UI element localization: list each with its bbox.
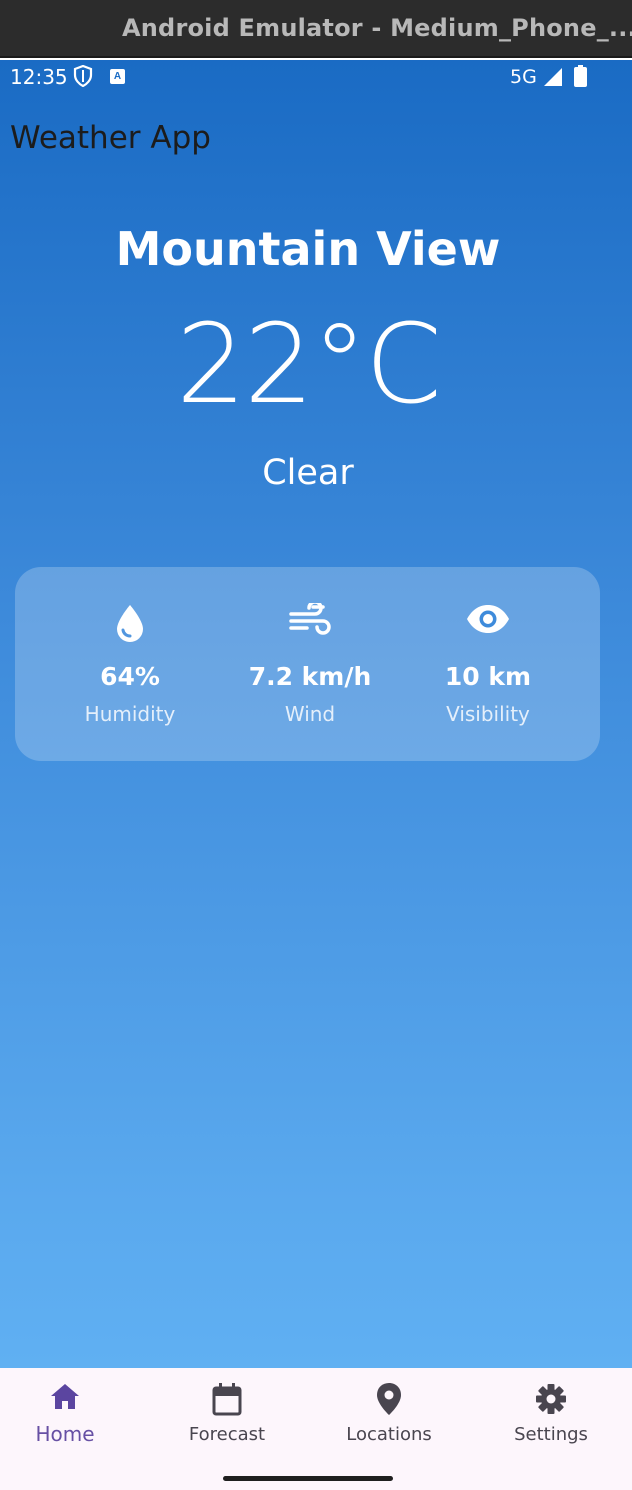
temperature: 22°C: [176, 300, 442, 428]
city-name: Mountain View: [115, 222, 501, 276]
eye-icon: [467, 605, 509, 633]
visibility-stat: 10 km Visibility: [398, 567, 578, 761]
gesture-home-indicator[interactable]: [223, 1476, 393, 1481]
location-pin-icon: [377, 1383, 401, 1415]
humidity-stat: 64% Humidity: [40, 567, 220, 761]
wind-label: Wind: [284, 702, 336, 726]
shield-icon: [73, 65, 93, 87]
weather-details-card: 64% Humidity 7.2 km/h Wind 10 km Visibil…: [15, 567, 600, 761]
status-time: 12:35: [10, 65, 68, 89]
nav-item-home[interactable]: Home: [0, 1368, 144, 1468]
bottom-navigation-bar: Home Forecast Locations Settings: [0, 1368, 632, 1490]
nav-item-forecast[interactable]: Forecast: [148, 1368, 306, 1468]
nav-item-settings[interactable]: Settings: [472, 1368, 630, 1468]
wind-stat: 7.2 km/h Wind: [220, 567, 400, 761]
phone-screen: 12:35 A 5G Weather App Mountain View 22°…: [0, 60, 632, 1490]
home-icon: [51, 1384, 79, 1409]
water-drop-icon: [117, 605, 143, 642]
nav-label-locations: Locations: [346, 1424, 432, 1445]
signal-icon: [544, 68, 562, 86]
battery-icon: [574, 65, 587, 87]
wind-value: 7.2 km/h: [248, 662, 372, 691]
app-title: Weather App: [10, 120, 211, 156]
weather-condition: Clear: [262, 453, 354, 493]
visibility-value: 10 km: [444, 662, 532, 691]
window-title: Android Emulator - Medium_Phone_...: [122, 14, 632, 42]
network-type: 5G: [510, 66, 537, 88]
status-bar: 12:35 A 5G: [0, 60, 632, 94]
keyboard-a-icon: A: [110, 69, 125, 84]
nav-label-forecast: Forecast: [188, 1424, 266, 1445]
calendar-icon: [212, 1383, 242, 1416]
humidity-label: Humidity: [84, 702, 176, 726]
gear-icon: [536, 1384, 566, 1414]
humidity-value: 64%: [100, 662, 160, 691]
visibility-label: Visibility: [446, 702, 530, 726]
nav-label-settings: Settings: [514, 1424, 588, 1445]
nav-label-home: Home: [35, 1422, 95, 1446]
wind-icon: [289, 603, 331, 635]
nav-item-locations[interactable]: Locations: [310, 1368, 468, 1468]
emulator-title-bar: Android Emulator - Medium_Phone_...: [0, 0, 632, 58]
